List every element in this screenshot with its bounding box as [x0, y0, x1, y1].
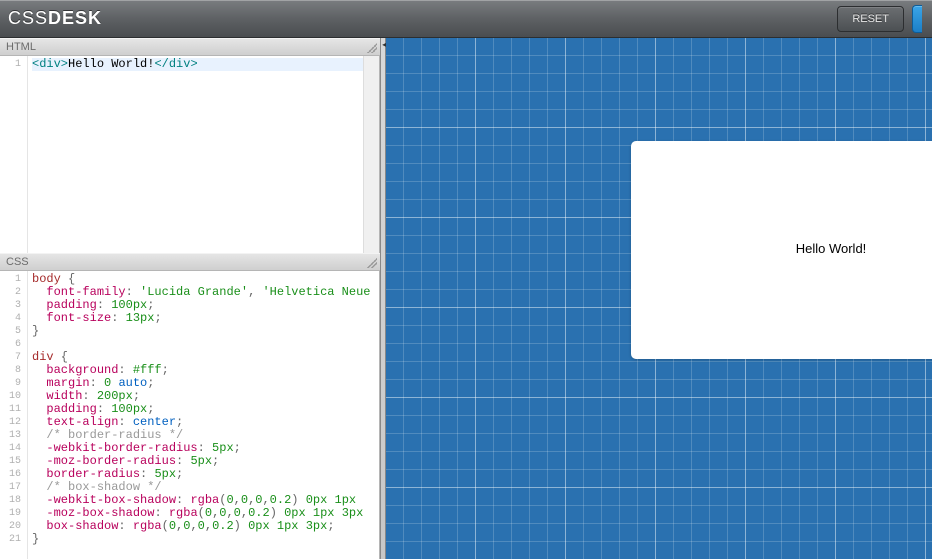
html-line-gutter: 1: [0, 56, 28, 253]
header-actions: RESET: [837, 5, 922, 33]
main-layout: HTML 1 <div>Hello World!</div> CSS 12345…: [0, 38, 932, 559]
resize-handle-icon[interactable]: [367, 43, 377, 53]
reset-button[interactable]: RESET: [837, 6, 904, 32]
app-logo: CSSDESK: [8, 8, 102, 29]
share-button-partial[interactable]: [912, 5, 922, 33]
css-pane-label: CSS: [6, 256, 29, 268]
preview-pane: Hello World!: [386, 38, 932, 559]
css-editor[interactable]: 123456789101112131415161718192021 body {…: [0, 271, 380, 559]
css-pane: CSS 123456789101112131415161718192021 bo…: [0, 253, 380, 559]
html-editor[interactable]: 1 <div>Hello World!</div>: [0, 56, 380, 253]
editors-column: HTML 1 <div>Hello World!</div> CSS 12345…: [0, 38, 380, 559]
html-code-area[interactable]: <div>Hello World!</div>: [28, 56, 379, 253]
app-header: CSSDESK RESET: [0, 0, 932, 38]
scrollbar-track[interactable]: [363, 56, 379, 253]
resize-handle-icon[interactable]: [367, 258, 377, 268]
css-code-area[interactable]: body { font-family: 'Lucida Grande', 'He…: [28, 271, 379, 559]
preview-card-text: Hello World!: [796, 241, 867, 256]
preview-output-card: Hello World!: [631, 141, 932, 359]
html-pane: HTML 1 <div>Hello World!</div>: [0, 38, 380, 253]
logo-light: CSS: [8, 8, 48, 28]
css-line-gutter: 123456789101112131415161718192021: [0, 271, 28, 559]
html-pane-label: HTML: [6, 41, 36, 53]
logo-bold: DESK: [48, 8, 102, 28]
html-pane-header: HTML: [0, 38, 380, 56]
css-pane-header: CSS: [0, 253, 380, 271]
